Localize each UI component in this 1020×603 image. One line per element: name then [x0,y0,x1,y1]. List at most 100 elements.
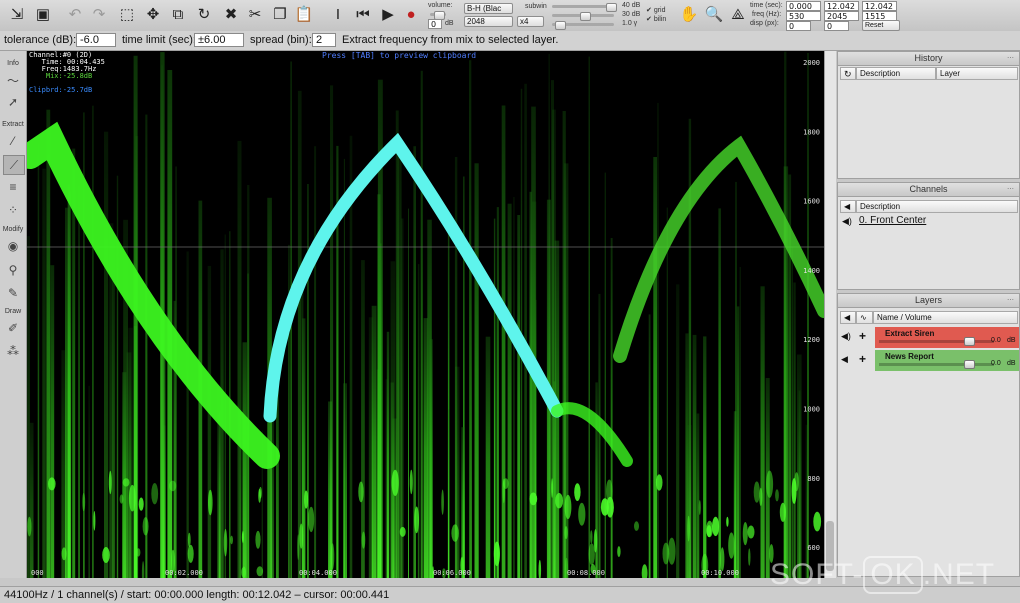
undo-icon[interactable]: ↶ [64,3,86,25]
move-icon[interactable]: ✥ [142,3,164,25]
history-grip-icon[interactable]: ⋯ [1007,52,1015,65]
spectral-streak [401,218,404,578]
disp-start-field[interactable]: 0 [786,21,811,31]
disp-end-field[interactable]: 0 [824,21,849,31]
cursor-icon[interactable]: I [327,3,349,25]
delete-icon[interactable]: ✖ [220,3,242,25]
spectral-streak [548,53,550,578]
freq-start-field[interactable]: 530 [786,11,821,21]
rewind-icon[interactable]: ⏮ [352,3,374,25]
layer-1-add-icon[interactable]: + [859,329,866,343]
spectrogram-canvas[interactable]: 2000 1800 1600 1400 1200 1000 800 600 000 00:02.… [27,51,824,578]
db-top-value: 40 dB [622,2,641,9]
layer-2-volume-knob[interactable] [963,360,975,369]
extract-frequency-icon[interactable]: ⟋ [3,155,25,175]
grid-checkbox[interactable]: ✔ grid [646,6,666,14]
spread-input[interactable]: 2 [312,33,336,47]
gamma-knob[interactable] [555,21,566,30]
bilin-checkbox[interactable]: ✔ bilin [646,15,666,23]
layers-wave-header-icon: ∿ [856,311,873,324]
history-col-description[interactable]: Description [856,67,936,80]
layer-1-volume-track[interactable] [879,340,994,343]
readout-clipboard: Clipbrd:-25.7dB [29,86,93,94]
modify-stamp-icon[interactable]: ⚲ [3,261,23,279]
layers-grip-icon[interactable]: ⋯ [1007,294,1015,307]
time-limit-input[interactable]: ±6.00 [194,33,244,47]
save-icon[interactable]: ▣ [32,3,54,25]
extract-spray-icon[interactable]: ⁘ [3,201,23,219]
spectral-blob [502,478,505,504]
crop-icon[interactable]: ⧉ [167,3,189,25]
tolerance-input[interactable]: -6.0 [76,33,116,47]
freq-tick-label: 2000 [803,59,820,67]
cut-icon[interactable]: ✂ [244,3,266,25]
fft-size-select[interactable]: 2048 [464,16,513,27]
time-mid-field[interactable]: 12.042 [824,1,859,11]
tool-options-bar: tolerance (dB): -6.0 time limit (sec): ±… [0,31,1020,51]
play-icon[interactable]: ▶ [377,3,399,25]
draw-brush-icon[interactable]: ✐ [3,319,23,337]
multiplier-select[interactable]: x4 [517,16,544,27]
import-icon[interactable]: ⇲ [6,3,28,25]
redo-icon[interactable]: ↷ [88,3,110,25]
reset-view-button[interactable]: Reset View [862,20,900,39]
hand-icon[interactable]: ✋ [678,3,700,25]
history-col-layer[interactable]: Layer [936,67,1018,80]
colormap-select[interactable]: B-H (Blac [464,3,513,14]
time-start-field[interactable]: 0.000 [786,1,821,11]
spectral-blob [538,559,542,578]
spectral-streak [218,411,221,578]
repeat-icon[interactable]: ↻ [193,3,215,25]
paste-icon[interactable]: 📋 [293,3,315,25]
db-mid-knob[interactable] [580,12,591,21]
layer-1-speaker-icon[interactable]: ◀) [841,331,851,342]
spectral-blob [358,481,364,503]
zoom-icon[interactable]: 🔍 [703,3,725,25]
modify-pen-icon[interactable]: ✎ [3,284,23,302]
spectral-streak [237,140,242,578]
extract-harmonics-icon[interactable]: ≡ [3,178,23,196]
freq-mid-field[interactable]: 2045 [824,11,859,21]
spectral-blob [588,543,595,566]
pointer-tool-icon[interactable]: ➚ [3,93,23,111]
spectral-blob [529,492,538,506]
layer-2-speaker-icon[interactable]: ◀ [841,354,848,365]
spectral-streak [116,175,119,578]
waveform-tool-icon[interactable]: 〜 [3,71,23,89]
spectral-streak [653,157,657,578]
spectral-streak [397,146,402,578]
channel-item[interactable]: 0. Front Center [859,215,926,226]
spectral-blob [256,566,264,577]
layer-1-volume-value: 0.0 [991,337,1001,344]
channels-grip-icon[interactable]: ⋯ [1007,183,1015,196]
freq-label: freq (Hz): [752,11,782,18]
copy-icon[interactable]: ❐ [269,3,291,25]
record-icon[interactable]: ● [400,3,422,25]
spectrogram-vscrollbar[interactable] [824,51,836,578]
history-revert-icon[interactable]: ↻ [840,67,856,80]
spectral-blob [441,489,444,515]
db-top-slider[interactable] [552,5,614,8]
layer-row-news-report[interactable]: News Report 0.0 dB [875,350,1019,371]
spectral-streak [122,372,127,578]
layer-1-volume-knob[interactable] [963,337,975,346]
layer-2-volume-track[interactable] [879,363,994,366]
spectral-blob [391,469,399,496]
grid-label: grid [653,7,666,14]
extract-brush-icon[interactable]: ⁄ [3,132,23,150]
modify-section-label: Modify [2,226,24,233]
volume-value-field[interactable]: 0 [428,19,442,29]
db-top-knob[interactable] [606,3,617,12]
layer-2-add-icon[interactable]: + [859,352,866,366]
spectral-streak [648,314,651,578]
time-end-field[interactable]: 12.042 [862,1,897,11]
modify-circle-icon[interactable]: ◉ [3,237,23,255]
layer-row-extract-siren[interactable]: Extract Siren 0.0 dB [875,327,1019,348]
spectral-streak [517,215,521,578]
time-tick-label: 00:04.000 [299,569,337,577]
channel-speaker-icon[interactable]: ◀) [842,216,852,227]
draw-spray-icon[interactable]: ⁂ [3,342,23,360]
select-rect-icon[interactable]: ⬚ [116,3,138,25]
compass-icon[interactable]: ⟁ [727,3,749,25]
spectral-blob [753,481,760,503]
